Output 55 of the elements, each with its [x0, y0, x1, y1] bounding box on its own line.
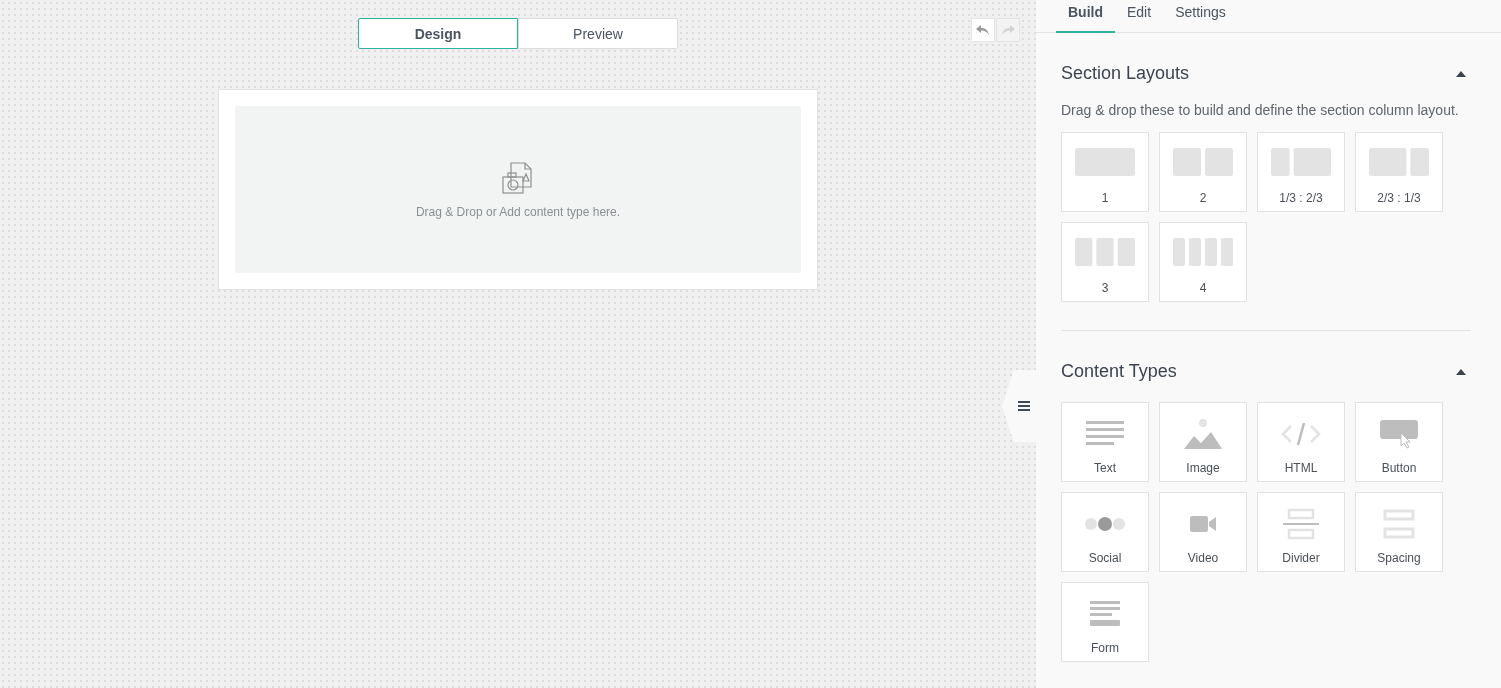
- tile-label: Video: [1187, 551, 1219, 565]
- tile-label: Divider: [1282, 551, 1320, 565]
- undo-button[interactable]: [971, 18, 995, 42]
- column-layout-icon: [1075, 238, 1135, 266]
- column-layout-icon: [1271, 148, 1331, 176]
- tile-label: 1/3 : 2/3: [1279, 191, 1323, 205]
- section-description: Drag & drop these to build and define the section column layout.: [1061, 102, 1460, 118]
- content-type-tile[interactable]: Video: [1159, 492, 1247, 572]
- tile-label: Text: [1094, 461, 1116, 475]
- content-type-tile[interactable]: Text: [1061, 402, 1149, 482]
- column-layout-icon: [1173, 148, 1233, 176]
- content-type-tile[interactable]: Button: [1355, 402, 1443, 482]
- content-type-tile[interactable]: Spacing: [1355, 492, 1443, 572]
- sidebar-tab[interactable]: Settings: [1163, 0, 1238, 33]
- tile-label: Image: [1186, 461, 1220, 475]
- layout-tile[interactable]: 1/3 : 2/3: [1257, 132, 1345, 212]
- collapse-caret-icon[interactable]: [1456, 368, 1466, 375]
- tile-label: Social: [1088, 551, 1122, 565]
- layout-tile[interactable]: 3: [1061, 222, 1149, 302]
- content-type-tile[interactable]: Image: [1159, 402, 1247, 482]
- tile-label: 3: [1101, 281, 1109, 295]
- button-cursor-icon: [1379, 418, 1419, 450]
- image-icon: [1183, 418, 1223, 450]
- layout-tile[interactable]: 2/3 : 1/3: [1355, 132, 1443, 212]
- divider-icon: [1281, 508, 1321, 540]
- tile-label: 4: [1199, 281, 1207, 295]
- content-type-tile[interactable]: Divider: [1257, 492, 1345, 572]
- content-type-tile[interactable]: HTML: [1257, 402, 1345, 482]
- collapse-caret-icon[interactable]: [1456, 70, 1466, 77]
- undo-icon: [976, 24, 990, 36]
- tile-label: HTML: [1284, 461, 1318, 475]
- menu-icon: [1018, 401, 1030, 411]
- section-title: Section Layouts: [1061, 63, 1190, 84]
- redo-icon: [1001, 24, 1015, 36]
- tile-label: Button: [1381, 461, 1417, 475]
- layout-tile[interactable]: 4: [1159, 222, 1247, 302]
- content-type-tile[interactable]: Social: [1061, 492, 1149, 572]
- tile-label: 1: [1101, 191, 1109, 205]
- tile-label: Spacing: [1377, 551, 1421, 565]
- layout-tile[interactable]: 2: [1159, 132, 1247, 212]
- section-title: Content Types: [1061, 361, 1177, 382]
- layout-tile[interactable]: 1: [1061, 132, 1149, 212]
- sidebar-tab[interactable]: Edit: [1115, 0, 1164, 33]
- tile-label: 2/3 : 1/3: [1377, 191, 1421, 205]
- mode-tab[interactable]: Design: [358, 18, 518, 49]
- tile-label: 2: [1199, 191, 1207, 205]
- column-layout-icon: [1369, 148, 1429, 176]
- content-files-icon: [501, 160, 535, 195]
- column-layout-icon: [1075, 148, 1135, 176]
- mode-tab[interactable]: Preview: [518, 18, 678, 49]
- drop-zone-hint: Drag & Drop or Add content type here.: [415, 204, 621, 219]
- sidebar-tab[interactable]: Build: [1056, 0, 1115, 33]
- tile-label: Form: [1091, 641, 1119, 655]
- content-type-tile[interactable]: Form: [1061, 582, 1149, 662]
- column-layout-icon: [1173, 238, 1233, 266]
